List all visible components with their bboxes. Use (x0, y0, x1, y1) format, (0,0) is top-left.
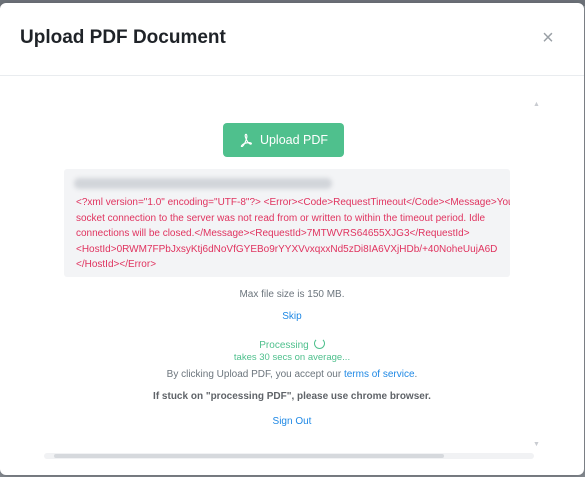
scroll-down-arrow-icon[interactable]: ▼ (533, 441, 540, 448)
browser-hint: If stuck on "processing PDF", please use… (153, 391, 431, 402)
upload-pdf-button[interactable]: Upload PDF (223, 123, 344, 157)
scroll-up-arrow-icon[interactable]: ▲ (533, 101, 540, 108)
spinner-icon (313, 338, 325, 349)
close-icon[interactable]: × (540, 28, 556, 48)
blurred-filename (74, 178, 332, 189)
processing-time-note: takes 30 secs on average... (233, 352, 351, 363)
processing-status: Processing (0, 338, 584, 351)
modal-header: Upload PDF Document × (0, 3, 584, 76)
error-message-box: <?xml version="1.0" encoding="UTF-8"?> <… (64, 169, 510, 277)
terms-consent: By clicking Upload PDF, you accept our t… (0, 369, 584, 380)
consent-text: By clicking Upload PDF, you accept our (166, 369, 344, 380)
upload-pdf-modal: Upload PDF Document × ▲ Upload PDF <?xml… (0, 3, 584, 475)
sign-out-link[interactable]: Sign Out (0, 416, 584, 427)
max-file-size-note: Max file size is 150 MB. (239, 289, 345, 300)
processing-label: Processing (259, 340, 309, 351)
consent-suffix: . (414, 369, 418, 380)
pdf-icon (240, 133, 252, 147)
skip-link[interactable]: Skip (0, 311, 584, 322)
terms-of-service-link[interactable]: terms of service (344, 369, 415, 380)
upload-pdf-label: Upload PDF (259, 133, 329, 147)
modal-title: Upload PDF Document (20, 27, 226, 48)
horizontal-scrollbar-thumb[interactable] (54, 454, 444, 458)
modal-body: ▲ Upload PDF <?xml version="1.0" encodin… (0, 76, 584, 475)
error-text: <?xml version="1.0" encoding="UTF-8"?> <… (76, 197, 510, 270)
